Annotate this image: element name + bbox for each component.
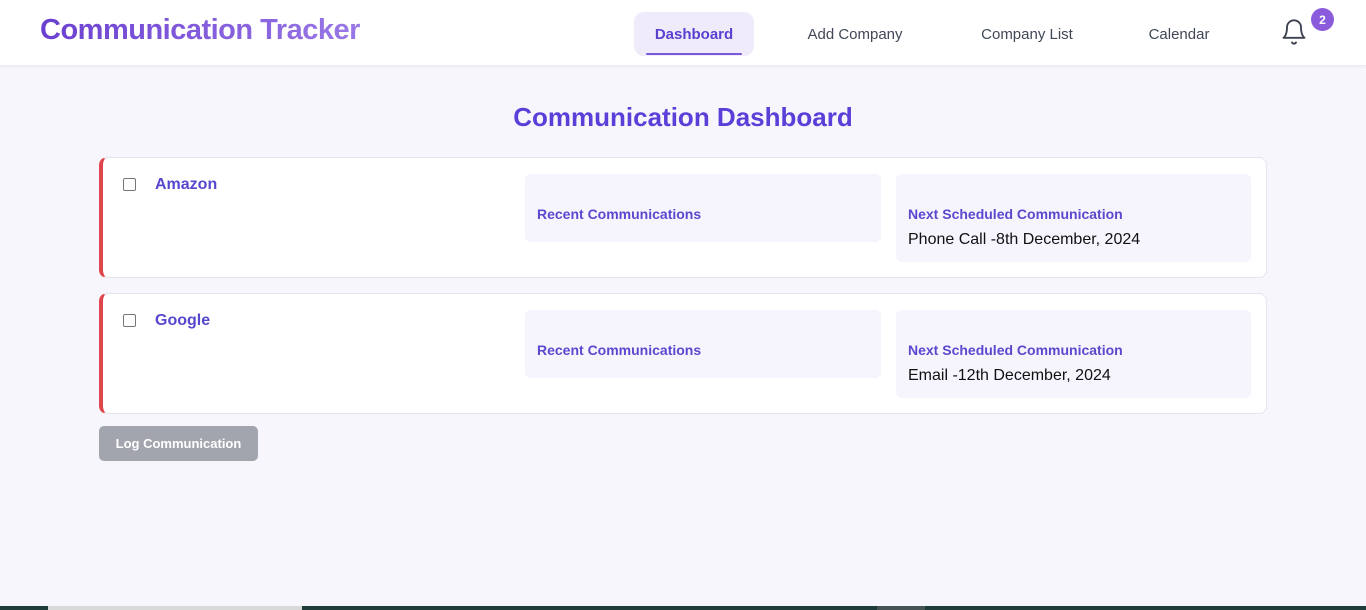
recent-communications-panel: Recent Communications <box>525 310 881 378</box>
company-card-google: Google Recent Communications Next Schedu… <box>99 293 1267 414</box>
next-communication-label: Next Scheduled Communication <box>908 342 1123 358</box>
company-name[interactable]: Google <box>155 312 210 330</box>
notification-count-badge[interactable]: 2 <box>1311 8 1334 31</box>
log-communication-button[interactable]: Log Communication <box>99 426 258 461</box>
brand-title[interactable]: Communication Tracker <box>40 14 360 47</box>
company-name[interactable]: Amazon <box>155 176 217 194</box>
nav-calendar[interactable]: Calendar <box>1132 12 1226 56</box>
nav-company-list[interactable]: Company List <box>962 12 1092 56</box>
company-select-checkbox[interactable] <box>123 314 136 327</box>
nav-dashboard[interactable]: Dashboard <box>634 12 754 56</box>
next-communication-value: Phone Call -8th December, 2024 <box>908 231 1141 248</box>
page-title: Communication Dashboard <box>513 102 853 132</box>
company-select-checkbox[interactable] <box>123 178 136 191</box>
navbar: Communication Tracker Dashboard Add Comp… <box>0 0 1366 66</box>
next-communication-value: Email -12th December, 2024 <box>908 367 1111 384</box>
next-communication-label: Next Scheduled Communication <box>908 206 1123 222</box>
nav-add-company[interactable]: Add Company <box>790 12 920 56</box>
recent-communications-label: Recent Communications <box>537 206 702 222</box>
bell-icon[interactable] <box>1280 18 1308 46</box>
taskbar-segment <box>877 606 925 610</box>
next-communication-panel: Next Scheduled Communication Email -12th… <box>896 310 1251 398</box>
next-communication-panel: Next Scheduled Communication Phone Call … <box>896 174 1251 262</box>
taskbar-edge <box>0 606 1366 610</box>
company-card-amazon: Amazon Recent Communications Next Schedu… <box>99 157 1267 278</box>
recent-communications-label: Recent Communications <box>537 342 702 358</box>
recent-communications-panel: Recent Communications <box>525 174 881 242</box>
taskbar-segment <box>48 606 302 610</box>
